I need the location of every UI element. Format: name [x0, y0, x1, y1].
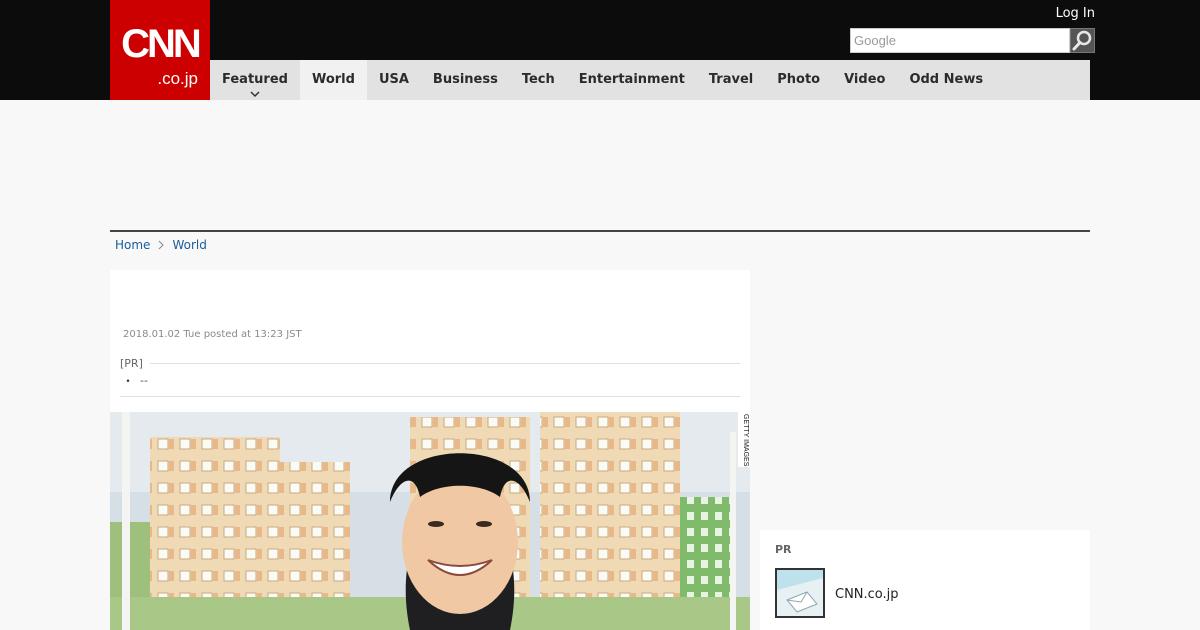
logo-wordmark: CNN [121, 22, 202, 66]
posted-timestamp: 2018.01.02 Tue posted at 13:23 JST [123, 329, 302, 340]
pr-row: ・ -- [120, 372, 740, 389]
nav-label: World [311, 72, 355, 87]
breadcrumb-home[interactable]: Home [115, 238, 150, 252]
nav-item-entertainment[interactable]: Entertainment [567, 60, 697, 100]
login-link[interactable]: Log In [1056, 6, 1095, 21]
pr-item-title[interactable]: CNN.co.jp [835, 587, 899, 602]
nav-item-video[interactable]: Video [832, 60, 897, 100]
nav-item-world[interactable]: World [299, 60, 367, 100]
envelope-icon [777, 570, 823, 616]
nav-label: Video [844, 72, 886, 87]
logo-domain: .co.jp [157, 69, 198, 88]
article-photo [110, 412, 750, 630]
pr-bottom-divider [120, 396, 740, 397]
nav-item-featured[interactable]: Featured [210, 60, 300, 100]
nav-item-tech[interactable]: Tech [510, 60, 567, 100]
nav-label: Photo [777, 72, 821, 87]
ad-banner-area [110, 100, 1090, 230]
pr-thumbnail[interactable] [775, 568, 825, 618]
main-nav: Featured World USA Business Tech Enterta… [210, 60, 1090, 100]
pr-link[interactable]: -- [140, 374, 148, 387]
section-divider [110, 230, 1090, 232]
chevron-down-icon [250, 91, 260, 98]
nav-label: Tech [521, 72, 555, 87]
breadcrumb-world[interactable]: World [172, 238, 206, 252]
breadcrumb: Home World [115, 238, 207, 252]
nav-item-photo[interactable]: Photo [765, 60, 832, 100]
nav-label: Odd News [909, 72, 984, 87]
sidebar-pr-label: PR [775, 543, 792, 556]
nav-item-usa[interactable]: USA [367, 60, 421, 100]
nav-item-odd-news[interactable]: Odd News [897, 60, 995, 100]
magnifier-icon [1072, 30, 1092, 51]
nav-item-business[interactable]: Business [421, 60, 510, 100]
chevron-right-icon [159, 240, 165, 250]
search-input[interactable] [850, 28, 1070, 53]
pr-divider [150, 363, 740, 364]
nav-label: Travel [708, 72, 754, 87]
photo-credit-text: GETTY IMAGES [742, 414, 749, 467]
nav-label: Featured [222, 72, 288, 87]
article-card: 2018.01.02 Tue posted at 13:23 JST [PR] … [110, 270, 750, 630]
nav-label: USA [378, 72, 409, 87]
nav-label: Business [432, 72, 498, 87]
search-button[interactable] [1070, 28, 1095, 53]
pr-bullet: ・ [122, 374, 135, 388]
cnn-logo[interactable]: CNN .co.jp [110, 0, 210, 100]
sidebar-pr-box: PR CNN.co.jp [760, 530, 1090, 630]
nav-item-travel[interactable]: Travel [697, 60, 765, 100]
photo-credit: GETTY IMAGES [738, 412, 750, 467]
photo-illustration [110, 412, 750, 630]
nav-label: Entertainment [578, 72, 685, 87]
pr-block: [PR] ・ -- [120, 357, 740, 389]
